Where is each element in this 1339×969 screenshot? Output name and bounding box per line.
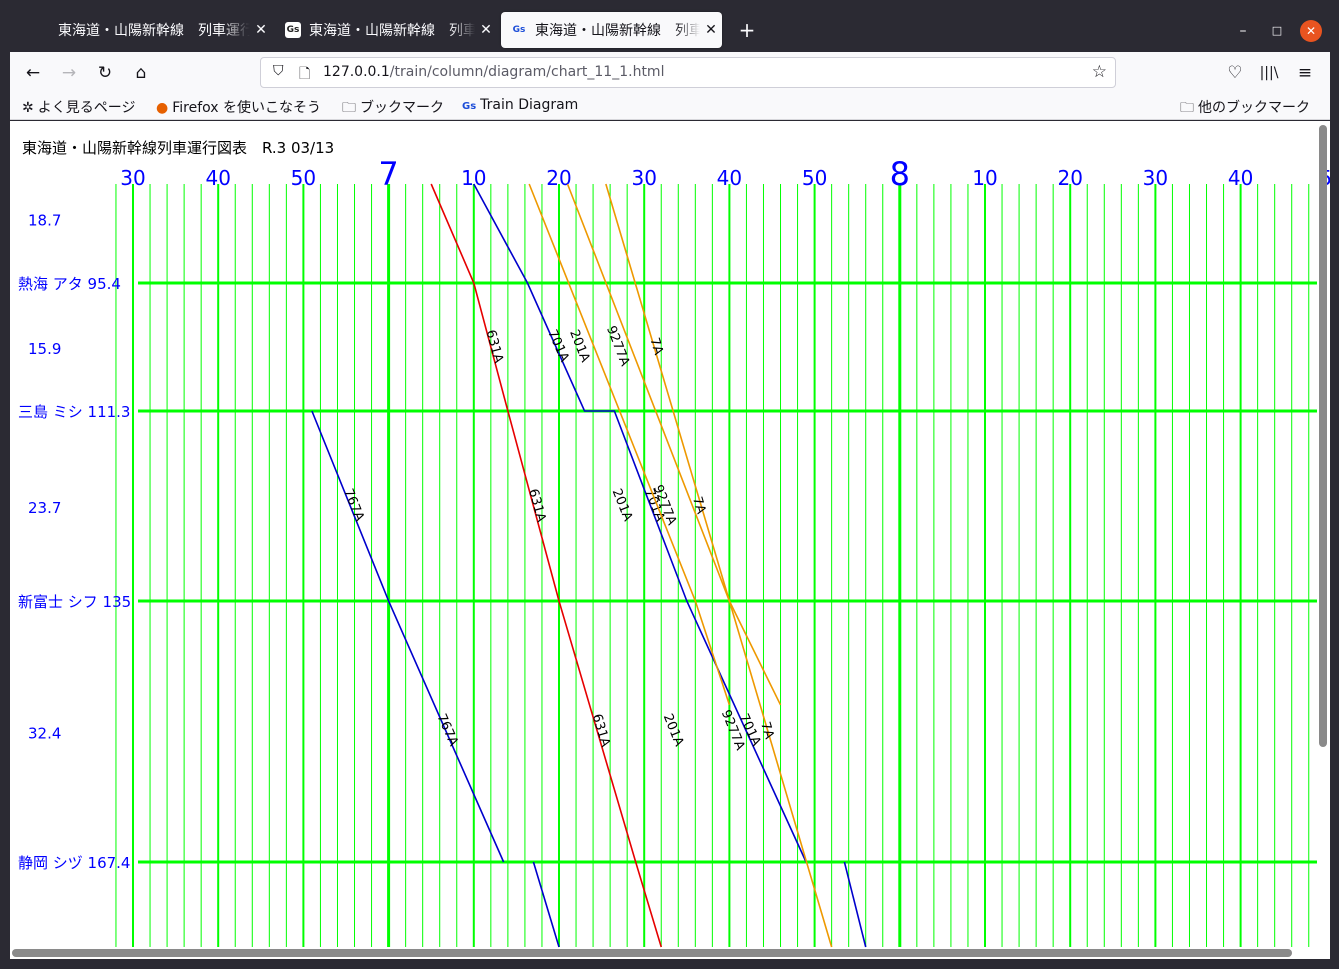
train-label: 631A: [483, 328, 506, 365]
folder-icon: 🗀: [342, 100, 356, 116]
other-bookmarks[interactable]: 🗀 他のブックマーク: [1180, 97, 1310, 121]
url-text[interactable]: 127.0.0.1/train/column/diagram/chart_11_…: [323, 64, 664, 80]
segment-distance-label: 32.4: [28, 725, 61, 743]
station-label: 新富士 シフ 135: [18, 593, 131, 611]
x-tick-label: 10: [461, 166, 486, 190]
window-frame: [10, 959, 1330, 969]
train-line-767A: [311, 410, 505, 863]
bookmark-label: ブックマーク: [360, 100, 444, 116]
close-icon[interactable]: ✕: [700, 22, 722, 38]
train-diagram-icon: Gs: [285, 22, 301, 38]
train-line-9277A: [566, 183, 782, 706]
browser-window: 東海道・山陽新幹線 列車運行図表 ✕ Gs 東海道・山陽新幹線 列車運行図表 ✕…: [0, 0, 1339, 969]
station-label: 熱海 アタ 95.4: [18, 275, 121, 293]
train-label: 767A: [340, 487, 367, 524]
maximize-button[interactable]: □: [1266, 20, 1288, 42]
tab-1-label: 東海道・山陽新幹線 列車運行図表: [58, 23, 250, 39]
window-close-button[interactable]: ✕: [1300, 20, 1322, 42]
x-tick-label: 50: [802, 166, 827, 190]
gear-icon: ✲: [22, 100, 34, 116]
x-tick-label: 30: [1143, 166, 1168, 190]
bookmarks-toolbar: ✲ よく見るページ ● Firefox を使いこなそう 🗀 ブックマーク Gs Trai…: [10, 92, 1330, 120]
x-tick-label: 40: [717, 166, 742, 190]
train-line: [843, 861, 867, 948]
train-label: 7A: [689, 495, 708, 516]
page-icon: 🗋: [299, 66, 311, 82]
page-content: 熱海 アタ 95.4 三島 ミシ 111.3 新富士 シフ 135 静岡 シヅ 167…: [10, 121, 1330, 959]
page-title: 東海道・山陽新幹線列車運行図表 R.3 03/13: [22, 139, 335, 157]
train-diagram-icon: Gs: [462, 101, 477, 112]
train-label: 631A: [589, 712, 613, 749]
close-icon[interactable]: ✕: [475, 22, 497, 38]
url-host: 127.0.0.1: [323, 64, 390, 80]
bookmark-firefox[interactable]: ● Firefox を使いこなそう: [156, 97, 321, 117]
navigation-toolbar: ← → ↻ ⌂ ⛉ 🗋 127.0.0.1/train/column/diagr…: [10, 52, 1330, 92]
station-label: 静岡 シヅ 167.4: [18, 854, 130, 872]
x-tick-label: 40: [1228, 166, 1253, 190]
bookmark-star-icon[interactable]: ☆: [1092, 62, 1107, 82]
train-label: 201A: [660, 712, 687, 749]
other-bookmarks-label: 他のブックマーク: [1198, 100, 1310, 116]
folder-icon: 🗀: [1180, 100, 1194, 116]
vertical-scrollbar[interactable]: [1319, 125, 1327, 747]
segment-distance-label: 18.7: [28, 212, 61, 230]
x-tick-label: 20: [1057, 166, 1082, 190]
x-hour-label: 8: [890, 155, 910, 193]
url-path: /train/column/diagram/chart_11_1.html: [389, 64, 665, 80]
train-diagram-chart: 熱海 アタ 95.4 三島 ミシ 111.3 新富士 シフ 135 静岡 シヅ 167…: [18, 155, 1330, 948]
tab-2-label: 東海道・山陽新幹線 列車運行図表: [309, 23, 475, 39]
train-label: 631A: [525, 487, 548, 524]
bookmark-folder[interactable]: 🗀 ブックマーク: [342, 97, 444, 121]
train-label: 7A: [646, 336, 665, 357]
bookmark-label: Train Diagram: [480, 97, 579, 113]
x-hour-label: 7: [378, 155, 398, 193]
x-tick-label: 10: [972, 166, 997, 190]
new-tab-button[interactable]: +: [735, 18, 759, 42]
bookmark-label: よく見るページ: [37, 100, 136, 116]
train-label: 201A: [609, 487, 635, 524]
forward-icon[interactable]: →: [56, 60, 82, 86]
library-icon[interactable]: |||\: [1256, 60, 1282, 86]
x-tick-label: 30: [631, 166, 656, 190]
back-icon[interactable]: ←: [20, 60, 46, 86]
bookmark-train-diagram[interactable]: Gs Train Diagram: [462, 97, 578, 113]
train-line: [532, 861, 560, 948]
x-tick-label: 40: [205, 166, 230, 190]
x-tick-label: 30: [120, 166, 145, 190]
shield-icon[interactable]: ⛉: [273, 63, 284, 79]
train-label: 9277A: [603, 324, 632, 369]
train-line-701A: [473, 183, 807, 863]
tab-3-label: 東海道・山陽新幹線 列車運行図表: [535, 23, 700, 39]
firefox-icon: ●: [156, 100, 169, 116]
close-icon[interactable]: ✕: [250, 22, 272, 38]
bookmark-most-visited[interactable]: ✲ よく見るページ: [22, 97, 135, 117]
reload-icon[interactable]: ↻: [92, 60, 118, 86]
horizontal-scrollbar[interactable]: [12, 949, 1292, 957]
station-label: 三島 ミシ 111.3: [18, 403, 130, 421]
tab-strip: 東海道・山陽新幹線 列車運行図表 ✕ Gs 東海道・山陽新幹線 列車運行図表 ✕…: [10, 8, 1330, 52]
train-diagram-icon: Gs: [512, 25, 526, 35]
pocket-icon[interactable]: ♡: [1222, 60, 1248, 86]
tab-2[interactable]: Gs 東海道・山陽新幹線 列車運行図表 ✕: [275, 12, 497, 48]
x-tick-label: 50: [291, 166, 316, 190]
menu-icon[interactable]: ≡: [1292, 60, 1318, 86]
segment-distance-label: 15.9: [28, 340, 61, 358]
home-icon[interactable]: ⌂: [128, 60, 154, 86]
tab-3-active[interactable]: Gs 東海道・山陽新幹線 列車運行図表 ✕: [501, 12, 722, 48]
minimize-button[interactable]: –: [1232, 20, 1254, 42]
tab-1[interactable]: 東海道・山陽新幹線 列車運行図表 ✕: [48, 12, 272, 48]
segment-distance-label: 23.7: [28, 499, 61, 517]
url-bar[interactable]: ⛉ 🗋 127.0.0.1/train/column/diagram/chart…: [260, 57, 1116, 88]
bookmark-label: Firefox を使いこなそう: [172, 100, 322, 116]
